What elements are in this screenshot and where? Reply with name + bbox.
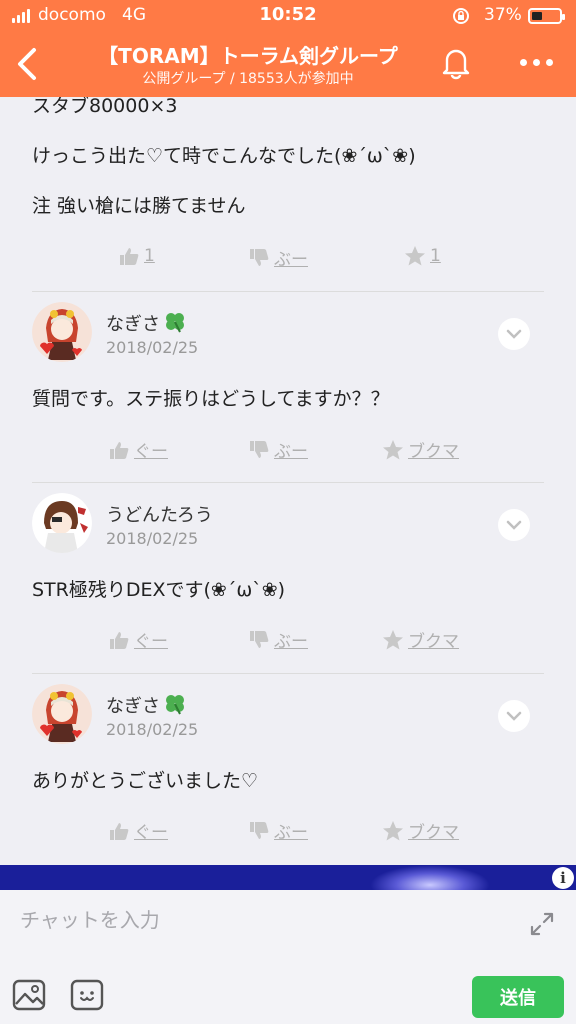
status-bar: docomo 4G 10:52 37% [0, 0, 576, 32]
boo-button[interactable]: ぶー [248, 818, 308, 843]
like-button[interactable]: 1 [118, 245, 155, 267]
comment-date: 2018/02/25 [106, 529, 199, 548]
like-label: ぐー [134, 442, 168, 462]
chevron-down-icon [506, 329, 522, 339]
thumbs-up-icon [120, 248, 139, 265]
bookmark-button[interactable]: ブクマ [382, 818, 459, 843]
thumbs-down-icon [250, 630, 269, 648]
star-icon [383, 629, 403, 649]
send-button[interactable]: 送信 [472, 976, 564, 1018]
comment-text: STR極残りDEXです(❀´ω`❀) [32, 579, 286, 601]
chat-composer: チャットを入力 送信 [0, 890, 576, 1024]
comment-actions: ぐー ぶー ブクマ [0, 437, 576, 467]
avatar[interactable] [32, 684, 92, 744]
post-line: 注 強い槍には勝てません [32, 195, 246, 217]
ad-banner[interactable]: i [0, 865, 576, 890]
thumbs-down-icon [250, 248, 269, 266]
info-icon[interactable]: i [552, 867, 574, 889]
app-header: docomo 4G 10:52 37% 【TORAM】トーラム剣グループ 公開グ… [0, 0, 576, 97]
comment-actions: ぐー ぶー ブクマ [0, 627, 576, 657]
comment-date: 2018/02/25 [106, 720, 199, 739]
bookmark-button[interactable]: ブクマ [382, 627, 459, 652]
chat-input[interactable]: チャットを入力 [20, 904, 160, 933]
group-subtitle: 公開グループ / 18553人が参加中 [142, 71, 354, 87]
thumbs-up-icon [110, 441, 129, 459]
comment-author[interactable]: うどんたろう [106, 501, 213, 527]
post-line: スタブ80000×3 [32, 97, 178, 117]
rotation-lock-icon [453, 8, 469, 24]
bookmark-count: 1 [430, 246, 441, 266]
like-label: ぐー [134, 823, 168, 843]
back-icon[interactable] [10, 44, 46, 84]
post-line: けっこう出た♡て時でこんなでした(❀´ω`❀) [32, 145, 416, 167]
comment-author[interactable]: なぎさ [106, 310, 186, 336]
post-actions: 1 ぶー 1 [0, 245, 576, 275]
comment-menu-button[interactable] [498, 318, 530, 350]
bookmark-label: ブクマ [408, 632, 459, 652]
more-icon[interactable] [516, 50, 556, 74]
comment-text: ありがとうございました♡ [32, 770, 259, 792]
boo-button[interactable]: ぶー [248, 437, 308, 462]
like-button[interactable]: ぐー [108, 818, 168, 843]
thumbs-up-icon [110, 631, 129, 649]
comment-date: 2018/02/25 [106, 338, 199, 357]
bell-icon[interactable] [438, 44, 474, 80]
chat-thread[interactable]: スタブ80000×3 けっこう出た♡て時でこんなでした(❀´ω`❀) 注 強い槍… [0, 97, 576, 865]
battery-icon [528, 8, 565, 24]
star-icon [383, 439, 403, 459]
star-icon [405, 246, 425, 266]
sticker-icon[interactable] [70, 978, 104, 1012]
image-icon[interactable] [12, 978, 46, 1012]
boo-button[interactable]: ぶー [248, 245, 308, 270]
comment-menu-button[interactable] [498, 700, 530, 732]
like-button[interactable]: ぐー [108, 627, 168, 652]
bookmark-button[interactable]: 1 [404, 245, 441, 267]
thumbs-up-icon [110, 822, 129, 840]
avatar[interactable] [32, 493, 92, 553]
comment-menu-button[interactable] [498, 509, 530, 541]
clover-icon [166, 313, 184, 333]
avatar[interactable] [32, 302, 92, 362]
expand-icon[interactable] [528, 910, 556, 938]
battery-percent: 37% [484, 5, 522, 25]
bookmark-label: ブクマ [408, 442, 459, 462]
chevron-down-icon [506, 520, 522, 530]
comment-author[interactable]: なぎさ [106, 692, 186, 718]
group-title: 【TORAM】トーラム剣グループ [98, 44, 398, 68]
bookmark-label: ブクマ [408, 823, 459, 843]
like-button[interactable]: ぐー [108, 437, 168, 462]
boo-button[interactable]: ぶー [248, 627, 308, 652]
comment-text: 質問です。ステ振りはどうしてますか？？ [32, 388, 390, 410]
like-count: 1 [144, 246, 155, 266]
comment-actions: ぐー ぶー ブクマ [0, 818, 576, 848]
thumbs-down-icon [250, 440, 269, 458]
like-label: ぐー [134, 632, 168, 652]
chevron-down-icon [506, 711, 522, 721]
ad-image [370, 865, 490, 890]
boo-label: ぶー [274, 823, 308, 843]
boo-label: ぶー [274, 632, 308, 652]
boo-label: ぶー [274, 250, 308, 270]
boo-label: ぶー [274, 442, 308, 462]
thumbs-down-icon [250, 821, 269, 839]
clover-icon [166, 695, 184, 715]
star-icon [383, 820, 403, 840]
bookmark-button[interactable]: ブクマ [382, 437, 459, 462]
